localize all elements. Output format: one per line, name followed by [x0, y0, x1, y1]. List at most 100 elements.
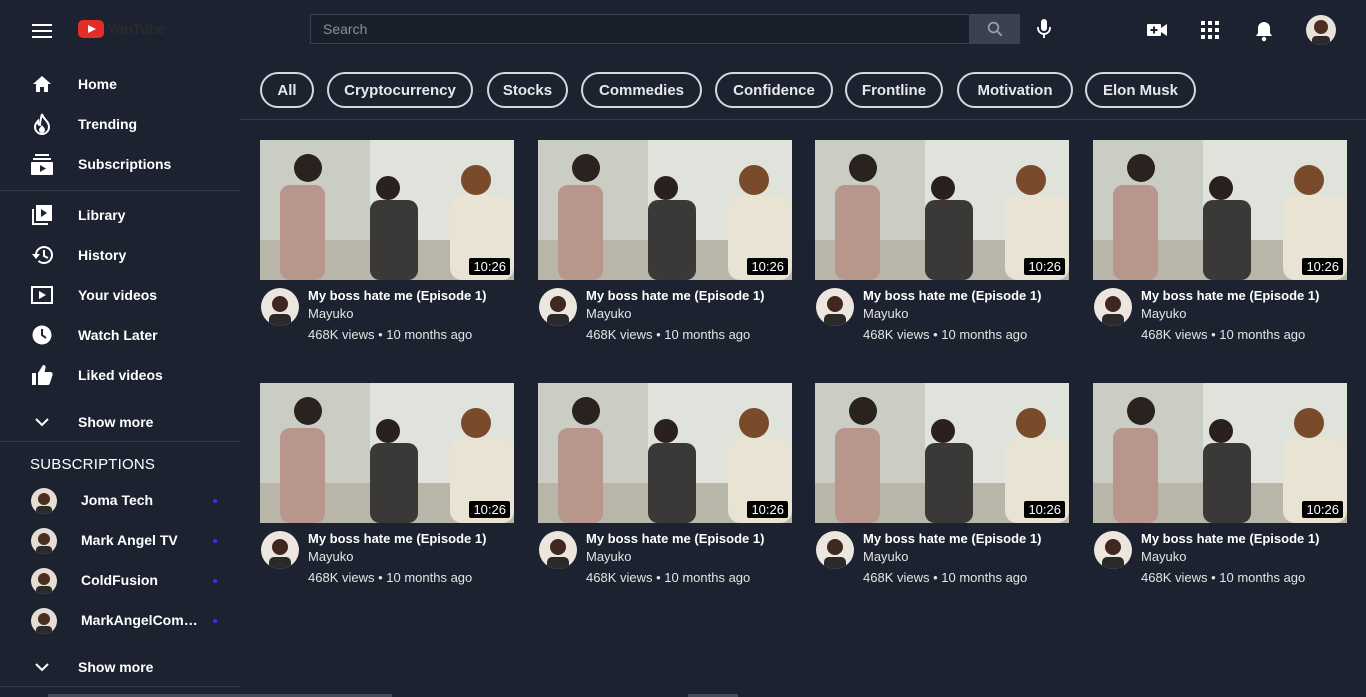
- video-meta: 468K views • 10 months ago: [863, 327, 1028, 342]
- subscriptions-icon: [31, 154, 53, 175]
- video-thumbnail[interactable]: 10:26: [815, 140, 1069, 280]
- chip-elon-musk[interactable]: Elon Musk: [1085, 72, 1196, 108]
- video-card[interactable]: 10:26 My boss hate me (Episode 1) Mayuko…: [815, 383, 1071, 603]
- sidebar-item-history[interactable]: History: [0, 235, 240, 275]
- channel-name[interactable]: Mayuko: [1141, 306, 1187, 321]
- sidebar-item-label: Your videos: [78, 287, 158, 303]
- video-title[interactable]: My boss hate me (Episode 1): [863, 531, 1041, 546]
- video-title[interactable]: My boss hate me (Episode 1): [586, 288, 764, 303]
- chevron-down-icon: [31, 412, 53, 432]
- chip-stocks[interactable]: Stocks: [487, 72, 568, 108]
- clock-icon: [31, 325, 53, 345]
- user-avatar[interactable]: [1306, 15, 1336, 45]
- video-card[interactable]: 10:26 My boss hate me (Episode 1) Mayuko…: [260, 383, 516, 603]
- search-button[interactable]: [970, 14, 1020, 44]
- search-input[interactable]: [311, 15, 969, 43]
- sidebar-item-label: Subscriptions: [78, 156, 172, 172]
- video-card[interactable]: 10:26 My boss hate me (Episode 1) Mayuko…: [260, 140, 516, 360]
- video-card[interactable]: 10:26 My boss hate me (Episode 1) Mayuko…: [815, 140, 1071, 360]
- sidebar-item-liked-videos[interactable]: Liked videos: [0, 355, 240, 395]
- sidebar-item-label: History: [78, 247, 127, 263]
- video-thumbnail[interactable]: 10:26: [1093, 383, 1347, 523]
- video-title[interactable]: My boss hate me (Episode 1): [863, 288, 1041, 303]
- apps-button[interactable]: [1200, 20, 1220, 45]
- channel-avatar: [31, 608, 57, 634]
- video-thumbnail[interactable]: 10:26: [260, 140, 514, 280]
- new-content-dot: [213, 579, 217, 583]
- thumbs-up-icon: [31, 365, 53, 385]
- sidebar-item-your-videos[interactable]: Your videos: [0, 275, 240, 315]
- video-title[interactable]: My boss hate me (Episode 1): [586, 531, 764, 546]
- channel-name[interactable]: Mayuko: [863, 549, 909, 564]
- channel-avatar[interactable]: [261, 288, 299, 326]
- apps-grid-icon: [1201, 21, 1219, 39]
- trending-icon: [31, 113, 53, 135]
- youtube-logo[interactable]: YouTube: [78, 20, 166, 38]
- video-card[interactable]: 10:26 My boss hate me (Episode 1) Mayuko…: [538, 383, 794, 603]
- video-meta: 468K views • 10 months ago: [308, 327, 473, 342]
- sidebar-item-trending[interactable]: Trending: [0, 104, 240, 144]
- show-more-subscriptions-button[interactable]: Show more: [0, 647, 240, 687]
- chip-commedies[interactable]: Commedies: [581, 72, 702, 108]
- subscriptions-heading: SUBSCRIPTIONS: [30, 456, 156, 473]
- channel-name[interactable]: Mayuko: [308, 306, 354, 321]
- menu-icon[interactable]: [32, 24, 52, 38]
- show-more-label: Show more: [78, 414, 154, 430]
- sidebar-item-label: Trending: [78, 116, 138, 132]
- channel-avatar: [31, 488, 57, 514]
- chip-motivation[interactable]: Motivation: [957, 72, 1073, 108]
- video-meta: 468K views • 10 months ago: [1141, 570, 1306, 585]
- chevron-down-icon: [31, 657, 53, 677]
- channel-avatar[interactable]: [816, 531, 854, 569]
- video-title[interactable]: My boss hate me (Episode 1): [308, 531, 486, 546]
- channel-avatar[interactable]: [261, 531, 299, 569]
- video-title[interactable]: My boss hate me (Episode 1): [308, 288, 486, 303]
- sidebar-item-label: Watch Later: [78, 327, 158, 343]
- channel-name[interactable]: Mayuko: [586, 549, 632, 564]
- show-more-label: Show more: [78, 659, 154, 675]
- sidebar-item-watch-later[interactable]: Watch Later: [0, 315, 240, 355]
- microphone-button[interactable]: [1036, 18, 1052, 45]
- video-title[interactable]: My boss hate me (Episode 1): [1141, 531, 1319, 546]
- channel-avatar: [31, 528, 57, 554]
- video-card[interactable]: 10:26 My boss hate me (Episode 1) Mayuko…: [538, 140, 794, 360]
- create-video-button[interactable]: [1146, 20, 1168, 45]
- channel-avatar[interactable]: [539, 288, 577, 326]
- video-thumbnail[interactable]: 10:26: [1093, 140, 1347, 280]
- video-card[interactable]: 10:26 My boss hate me (Episode 1) Mayuko…: [1093, 383, 1349, 603]
- notifications-button[interactable]: [1254, 20, 1274, 47]
- video-thumbnail[interactable]: 10:26: [260, 383, 514, 523]
- logo-text: YouTube: [107, 20, 166, 38]
- new-content-dot: [213, 539, 217, 543]
- new-content-dot: [213, 499, 217, 503]
- video-thumbnail[interactable]: 10:26: [815, 383, 1069, 523]
- channel-name[interactable]: Mayuko: [1141, 549, 1187, 564]
- channel-avatar[interactable]: [816, 288, 854, 326]
- chip-cryptocurrency[interactable]: Cryptocurrency: [327, 72, 473, 108]
- avatar-image: [1306, 15, 1336, 45]
- sidebar-item-home[interactable]: Home: [0, 64, 240, 104]
- channel-avatar[interactable]: [1094, 531, 1132, 569]
- subscription-item[interactable]: ColdFusion: [0, 560, 240, 600]
- subscription-item[interactable]: MarkAngelComedy: [0, 600, 240, 640]
- chip-confidence[interactable]: Confidence: [715, 72, 833, 108]
- channel-name[interactable]: Mayuko: [863, 306, 909, 321]
- channel-name[interactable]: Mayuko: [308, 549, 354, 564]
- sidebar-item-subscriptions[interactable]: Subscriptions: [0, 144, 240, 184]
- subscription-name: MarkAngelComedy: [81, 612, 203, 628]
- show-more-button[interactable]: Show more: [0, 402, 240, 442]
- subscription-item[interactable]: Mark Angel TV: [0, 520, 240, 560]
- chip-all[interactable]: All: [260, 72, 314, 108]
- video-meta: 468K views • 10 months ago: [1141, 327, 1306, 342]
- video-title[interactable]: My boss hate me (Episode 1): [1141, 288, 1319, 303]
- subscription-item[interactable]: Joma Tech: [0, 480, 240, 520]
- sidebar-item-library[interactable]: Library: [0, 195, 240, 235]
- chip-frontline[interactable]: Frontline: [845, 72, 943, 108]
- channel-avatar[interactable]: [1094, 288, 1132, 326]
- video-card[interactable]: 10:26 My boss hate me (Episode 1) Mayuko…: [1093, 140, 1349, 360]
- video-duration: 10:26: [1024, 501, 1065, 518]
- video-thumbnail[interactable]: 10:26: [538, 140, 792, 280]
- channel-avatar[interactable]: [539, 531, 577, 569]
- video-thumbnail[interactable]: 10:26: [538, 383, 792, 523]
- channel-name[interactable]: Mayuko: [586, 306, 632, 321]
